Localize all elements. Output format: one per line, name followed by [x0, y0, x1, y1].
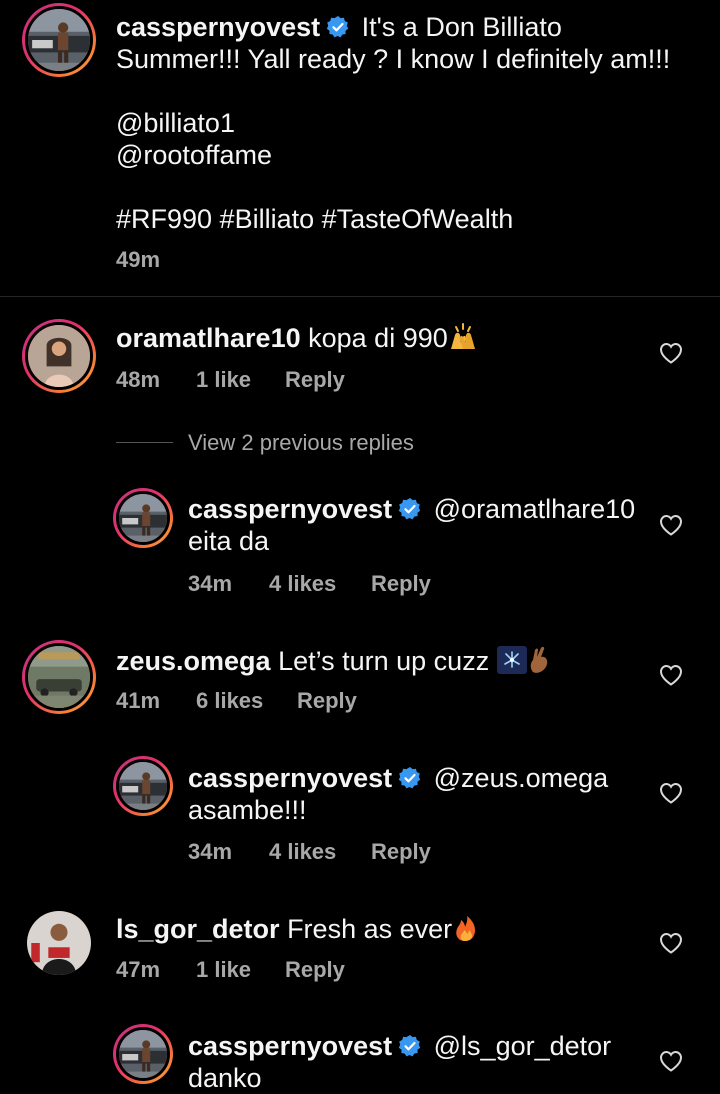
reply-button[interactable]: Reply — [371, 571, 431, 597]
comment-body: zeus.omega Let’s turn up cuzz — [116, 645, 636, 677]
reply-text: danko — [188, 1063, 262, 1093]
reply-author-photo — [119, 1030, 167, 1078]
comment-time: 41m — [116, 688, 161, 713]
reply-mention[interactable]: @zeus.omega — [434, 763, 609, 793]
reply-body: casspernyovest @zeus.omega asambe!!! — [188, 762, 648, 826]
reply-meta: 34m 4 likes Reply — [188, 571, 488, 597]
reply-text: eita da — [188, 526, 270, 556]
verified-icon — [326, 15, 350, 39]
heart-icon[interactable] — [659, 342, 683, 364]
heart-icon[interactable] — [659, 514, 683, 536]
comment-likes[interactable]: 1 like — [196, 957, 251, 983]
reply-username[interactable]: casspernyovest — [188, 763, 392, 793]
comment-text: Let’s turn up cuzz — [278, 646, 490, 676]
verified-icon — [398, 766, 422, 790]
reply-body: casspernyovest @oramatlhare10 eita da — [188, 493, 648, 557]
comment-text: Fresh as ever — [287, 914, 453, 944]
comment-meta: 48m 1 like Reply — [116, 367, 416, 393]
comment-username[interactable]: zeus.omega — [116, 646, 271, 676]
reply-text: asambe!!! — [188, 795, 307, 825]
comment-time: 47m — [116, 957, 161, 982]
reply-avatar[interactable] — [113, 1024, 173, 1084]
heart-icon[interactable] — [659, 782, 683, 804]
comment-likes[interactable]: 1 like — [196, 367, 251, 393]
comment-time: 48m — [116, 367, 161, 392]
reply-username[interactable]: casspernyovest — [188, 494, 392, 524]
reply-button[interactable]: Reply — [285, 367, 345, 393]
post-username[interactable]: casspernyovest — [116, 12, 320, 42]
reply-avatar[interactable] — [113, 756, 173, 816]
view-replies-line — [116, 442, 173, 443]
fireworks-emoji — [496, 646, 527, 674]
reply-avatar[interactable] — [113, 488, 173, 548]
verified-icon — [398, 497, 422, 521]
reply-likes[interactable]: 4 likes — [269, 571, 336, 597]
reply-body: casspernyovest @ls_gor_detor danko — [188, 1030, 648, 1094]
post-time: 49m — [116, 247, 161, 272]
comment-meta: 41m 6 likes Reply — [116, 688, 416, 714]
reply-meta: 34m 4 likes Reply — [188, 839, 488, 865]
commenter-photo — [27, 911, 91, 975]
caption-line2: Summer!!! Yall ready ? I know I definite… — [116, 44, 671, 74]
comment-text: kopa di 990 — [308, 323, 448, 353]
reply-author-photo — [119, 494, 167, 542]
caption-line1: It's a Don Billiato — [361, 12, 562, 42]
reply-author-photo — [119, 762, 167, 810]
comment-likes[interactable]: 6 likes — [196, 688, 263, 714]
commenter-avatar[interactable] — [22, 319, 96, 393]
commenter-avatar[interactable] — [27, 911, 91, 975]
comment-meta: 47m 1 like Reply — [116, 957, 416, 983]
reply-time: 34m — [188, 571, 233, 596]
reply-likes[interactable]: 4 likes — [269, 839, 336, 865]
mention-rootoffame[interactable]: @rootoffame — [116, 139, 706, 171]
comment-username[interactable]: ls_gor_detor — [116, 914, 280, 944]
post-hashtags[interactable]: #RF990 #Billiato #TasteOfWealth — [116, 203, 706, 235]
reply-mention[interactable]: @oramatlhare10 — [434, 494, 636, 524]
commenter-photo — [28, 325, 90, 387]
reply-username[interactable]: casspernyovest — [188, 1031, 392, 1061]
comment-username[interactable]: oramatlhare10 — [116, 323, 301, 353]
reply-button[interactable]: Reply — [285, 957, 345, 983]
mention-billiato[interactable]: @billiato1 — [116, 107, 706, 139]
heart-icon[interactable] — [659, 1050, 683, 1072]
heart-icon[interactable] — [659, 932, 683, 954]
reply-time: 34m — [188, 839, 233, 864]
commenter-avatar[interactable] — [22, 640, 96, 714]
author-photo — [28, 9, 90, 71]
post-caption: casspernyovest It's a Don Billiato Summe… — [116, 11, 706, 235]
heart-icon[interactable] — [659, 664, 683, 686]
post-author-avatar[interactable] — [22, 3, 96, 77]
commenter-photo — [28, 646, 90, 708]
comment-body: ls_gor_detor Fresh as ever — [116, 913, 636, 945]
reply-button[interactable]: Reply — [297, 688, 357, 714]
fire-emoji — [456, 916, 476, 941]
verified-icon — [398, 1034, 422, 1058]
crossed-fingers-emoji — [530, 646, 547, 673]
divider — [0, 296, 720, 297]
reply-button[interactable]: Reply — [371, 839, 431, 865]
raised-hands-emoji — [450, 323, 475, 349]
reply-mention[interactable]: @ls_gor_detor — [434, 1031, 612, 1061]
view-previous-replies[interactable]: View 2 previous replies — [188, 430, 414, 456]
comment-body: oramatlhare10 kopa di 990 — [116, 322, 636, 354]
